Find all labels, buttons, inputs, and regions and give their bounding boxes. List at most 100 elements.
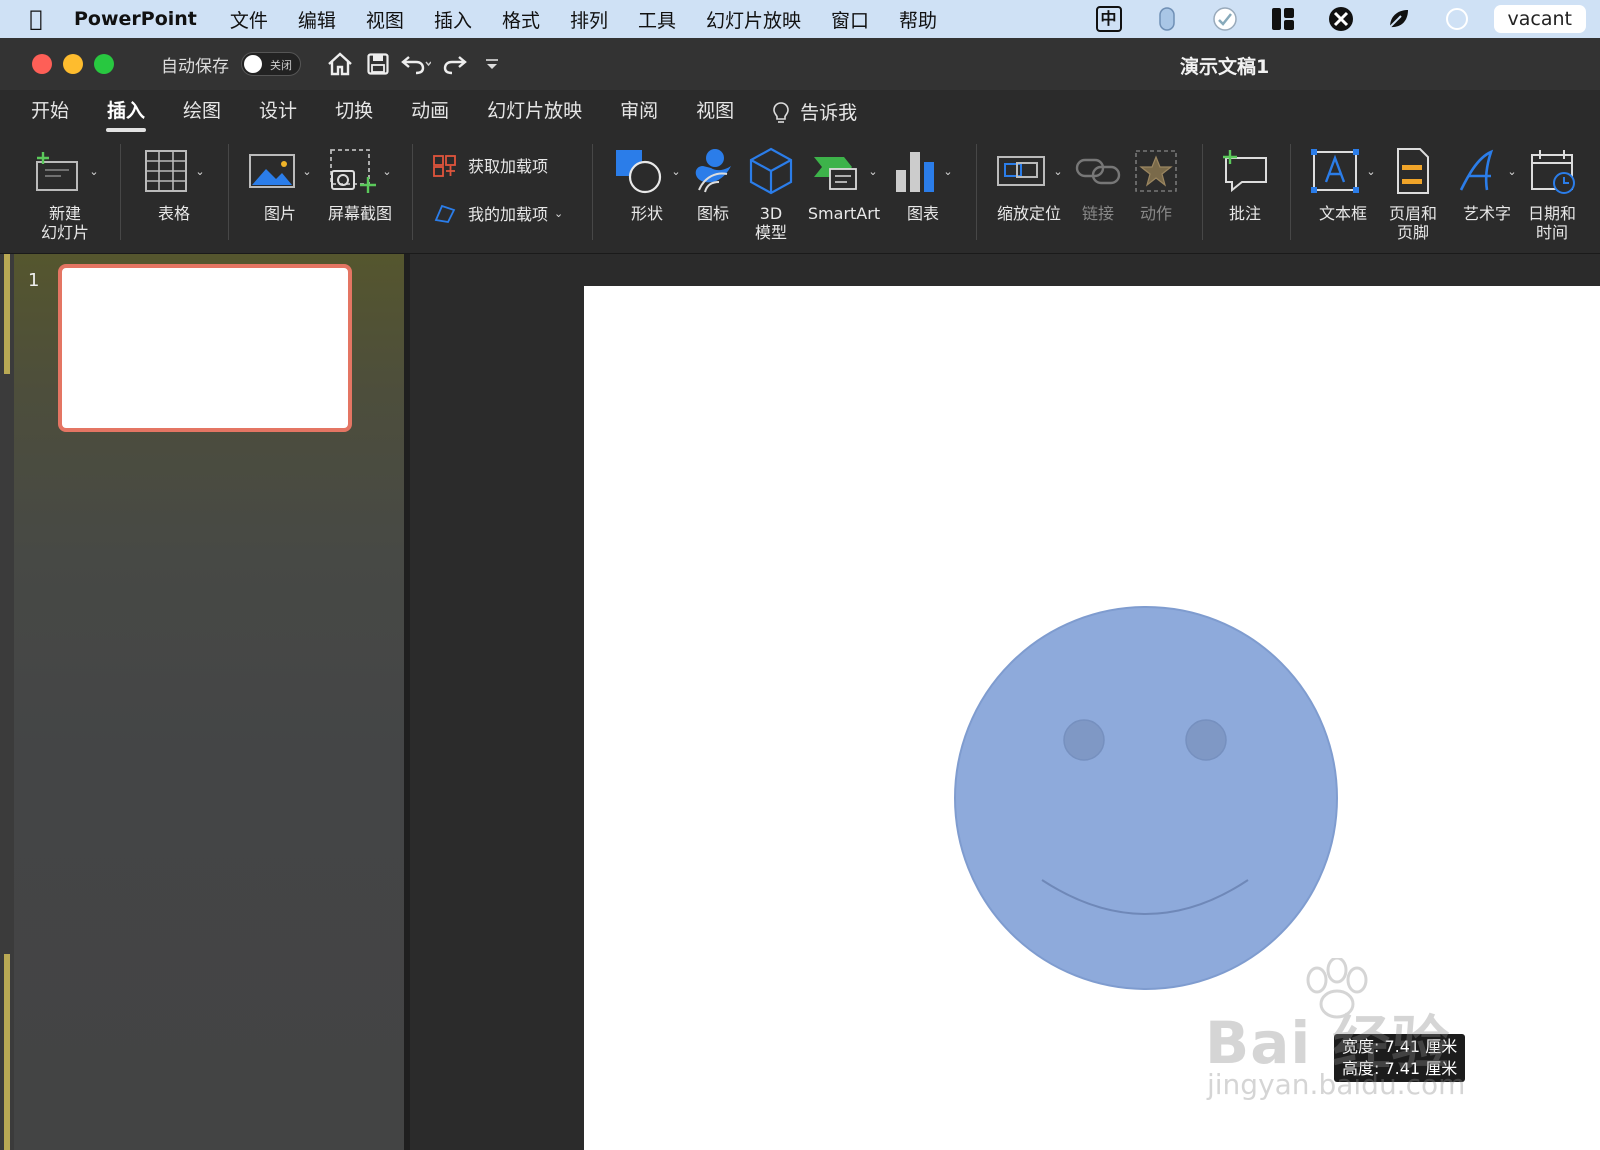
wordart-button[interactable]: ⌄ 艺术字 (1452, 142, 1522, 223)
screenshot-button[interactable]: ⌄ 屏幕截图 (322, 142, 398, 223)
get-addins-button[interactable]: 获取加载项 (432, 152, 563, 178)
new-slide-button[interactable]: ⌄ 新建 幻灯片 (28, 142, 102, 242)
menu-arrange[interactable]: 排列 (555, 6, 623, 33)
customize-toolbar-icon[interactable] (473, 46, 511, 82)
store-icon (432, 152, 460, 178)
chart-button[interactable]: ⌄ 图表 (888, 142, 958, 223)
tab-insert[interactable]: 插入 (88, 90, 164, 136)
tab-design[interactable]: 设计 (240, 90, 316, 136)
ribbon-separator (412, 144, 413, 240)
zoom-window-button[interactable] (94, 54, 114, 74)
tab-transitions[interactable]: 切换 (316, 90, 392, 136)
home-icon[interactable] (321, 46, 359, 82)
date-time-button[interactable]: 日期和 时间 (1522, 142, 1582, 242)
siri-icon[interactable] (1443, 5, 1471, 33)
comment-button[interactable]: 批注 (1218, 142, 1272, 223)
document-title: 演示文稿1 (1180, 56, 1270, 78)
close-window-button[interactable] (32, 54, 52, 74)
sync-icon[interactable] (1211, 5, 1239, 33)
tab-review[interactable]: 审阅 (601, 90, 677, 136)
smartart-icon: ⌄ (810, 142, 878, 200)
menu-file[interactable]: 文件 (215, 6, 283, 33)
header-footer-icon (1394, 142, 1432, 200)
ribbon-separator (228, 144, 229, 240)
link-button[interactable]: 链接 (1074, 142, 1122, 223)
pictures-button[interactable]: ⌄ 图片 (244, 142, 316, 223)
minimize-window-button[interactable] (63, 54, 83, 74)
undo-icon[interactable] (397, 46, 435, 82)
menu-app-powerpoint[interactable]: PowerPoint (58, 8, 215, 30)
apple-icon[interactable]:  (14, 7, 58, 32)
menu-edit[interactable]: 编辑 (283, 6, 351, 33)
zoom-button[interactable]: ⌄ 缩放定位 (992, 142, 1066, 223)
addins-group: 获取加载项 我的加载项 ⌄ (432, 152, 563, 248)
desktop-strip (4, 954, 10, 1150)
quick-access-toolbar (321, 46, 511, 82)
tab-slideshow[interactable]: 幻灯片放映 (468, 90, 601, 136)
menu-tools[interactable]: 工具 (623, 6, 691, 33)
comment-icon (1220, 142, 1270, 200)
ribbon-separator (976, 144, 977, 240)
my-addins-label: 我的加载项 (468, 205, 549, 224)
textbox-icon: ⌄ (1310, 142, 1376, 200)
slide-thumbnail-1[interactable] (58, 264, 352, 432)
chart-icon: ⌄ (893, 142, 953, 200)
watermark-url: jingyan.baidu.com (1207, 1068, 1466, 1101)
ribbon-insert: ⌄ 新建 幻灯片 ⌄ 表格 ⌄ 图片 ⌄ 屏幕截图 获取加载项 我的加载项 ⌄ … (0, 136, 1600, 254)
action-star-icon (1133, 142, 1179, 200)
tab-view[interactable]: 视图 (677, 90, 753, 136)
menu-view[interactable]: 视图 (351, 6, 419, 33)
menubar-tray: 中 vacant (1080, 0, 1600, 38)
shapes-button[interactable]: ⌄ 形状 (610, 142, 684, 223)
lightbulb-icon (773, 102, 789, 123)
mouse-icon[interactable] (1153, 5, 1181, 33)
input-method-icon[interactable]: 中 (1095, 5, 1123, 33)
autosave-state: 关闭 (270, 59, 292, 72)
addin-icon (432, 200, 460, 226)
icons-button[interactable]: 图标 (688, 142, 738, 223)
menu-format[interactable]: 格式 (487, 6, 555, 33)
smiley-face-circle (954, 606, 1338, 990)
header-footer-button[interactable]: 页眉和 页脚 (1384, 142, 1442, 242)
link-icon (1075, 142, 1121, 200)
tab-home[interactable]: 开始 (12, 90, 88, 136)
menu-help[interactable]: 帮助 (884, 6, 952, 33)
toggle-knob (244, 55, 262, 73)
save-icon[interactable] (359, 46, 397, 82)
autosave-toggle[interactable]: 关闭 (241, 52, 301, 76)
tell-me-search[interactable]: 告诉我 (753, 90, 876, 136)
smartart-button[interactable]: ⌄ SmartArt (804, 142, 884, 223)
slide-number: 1 (28, 270, 40, 291)
new-slide-icon: ⌄ (31, 142, 99, 200)
zoom-icon: ⌄ (995, 142, 1063, 200)
wordart-icon: ⌄ (1457, 142, 1517, 200)
tab-draw[interactable]: 绘图 (164, 90, 240, 136)
picture-icon: ⌄ (248, 142, 312, 200)
icons-icon (689, 142, 737, 200)
layout-icon[interactable] (1269, 5, 1297, 33)
ribbon-separator (1290, 144, 1291, 240)
ribbon-separator (1202, 144, 1203, 240)
menu-slideshow[interactable]: 幻灯片放映 (691, 6, 816, 33)
leaf-icon[interactable] (1385, 5, 1413, 33)
smiley-left-eye (1063, 719, 1105, 761)
window-controls (32, 54, 125, 74)
table-button[interactable]: ⌄ 表格 (138, 142, 210, 223)
desktop-edge (0, 254, 14, 1150)
tab-animations[interactable]: 动画 (392, 90, 468, 136)
window-titlebar: 自动保存 关闭 演示文稿1 (0, 38, 1600, 90)
textbox-button[interactable]: ⌄ 文本框 (1306, 142, 1380, 223)
action-button[interactable]: 动作 (1132, 142, 1180, 223)
table-icon: ⌄ (143, 142, 205, 200)
my-addins-button[interactable]: 我的加载项 ⌄ (432, 200, 563, 226)
user-name-badge[interactable]: vacant (1493, 5, 1586, 33)
redo-icon[interactable] (435, 46, 473, 82)
3d-models-button[interactable]: 3D 模型 (746, 142, 796, 242)
tools-icon[interactable] (1327, 5, 1355, 33)
menu-insert[interactable]: 插入 (419, 6, 487, 33)
ribbon-separator (592, 144, 593, 240)
ribbon-separator (120, 144, 121, 240)
menu-window[interactable]: 窗口 (816, 6, 884, 33)
smiley-face-shape[interactable] (950, 602, 1342, 994)
mac-menubar:  PowerPoint 文件 编辑 视图 插入 格式 排列 工具 幻灯片放映 … (0, 0, 1600, 38)
